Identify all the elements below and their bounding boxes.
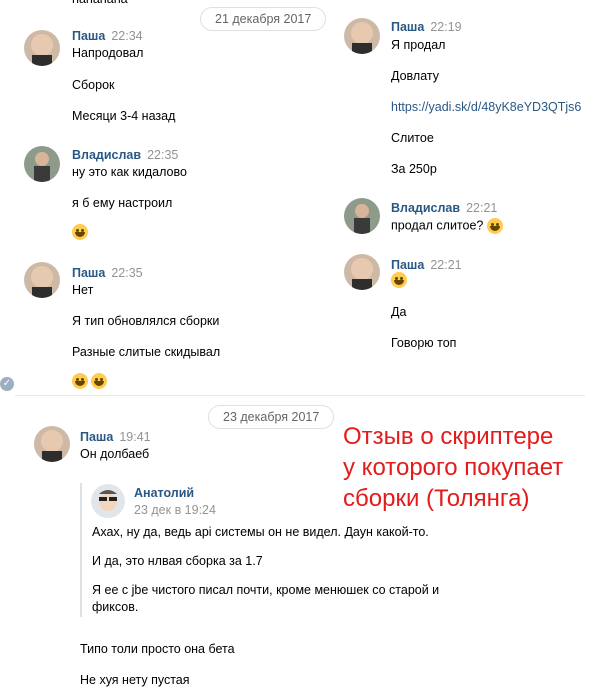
message-text: За 250р: [391, 162, 437, 176]
message-text: ну это как кидалово: [72, 165, 187, 179]
sender-name[interactable]: Владислав 22:21: [391, 201, 497, 215]
message-text: продал слитое?: [391, 218, 503, 234]
sender-name[interactable]: Паша 22:21: [391, 258, 462, 272]
message-time[interactable]: 22:21: [430, 258, 461, 272]
message-time[interactable]: 22:19: [430, 20, 461, 34]
message-text: Довлату: [391, 69, 439, 83]
emoji-line: [72, 224, 88, 240]
divider: [15, 395, 585, 396]
forwarded-text: Ахах, ну да, ведь api системы он не виде…: [92, 525, 429, 539]
message-link[interactable]: https://yadi.sk/d/48yK8eYD3QTjs6: [391, 100, 581, 114]
avatar[interactable]: [24, 262, 60, 298]
sender-name[interactable]: Паша 22:34: [72, 29, 143, 43]
message-text: Сборок: [72, 78, 115, 92]
read-check-icon: ✓: [0, 377, 14, 391]
avatar[interactable]: [24, 30, 60, 66]
message-text: Я продал: [391, 38, 446, 52]
message-text: Да: [391, 305, 407, 319]
message-time[interactable]: 22:35: [147, 148, 178, 162]
cut-off-message-fragment: hahahaha: [72, 0, 128, 6]
message-text: Месяци 3-4 назад: [72, 109, 176, 123]
date-separator: 21 декабря 2017: [200, 7, 327, 31]
forwarded-quote-bar: [80, 483, 82, 617]
avatar[interactable]: [91, 484, 125, 518]
annotation-line: Отзыв о скриптере: [343, 423, 554, 450]
avatar[interactable]: [344, 18, 380, 54]
avatar[interactable]: [34, 426, 70, 462]
forwarded-text: Я ее с jbe чистого писал почти, кроме ме…: [92, 583, 440, 597]
sender-name[interactable]: Паша 19:41: [80, 430, 151, 444]
avatar[interactable]: [344, 198, 380, 234]
message-text: Он долбаеб: [80, 447, 150, 461]
forwarded-date[interactable]: 23 дек в 19:24: [134, 503, 216, 517]
grinning-emoji-icon: [72, 224, 88, 240]
annotation-line: у которого покупает: [343, 454, 564, 481]
message-text: Нет: [72, 283, 94, 297]
message-time[interactable]: 19:41: [119, 430, 150, 444]
message-text: Разные слитые скидывал: [72, 345, 221, 359]
sender-name[interactable]: Владислав 22:35: [72, 148, 178, 162]
message-time[interactable]: 22:35: [111, 266, 142, 280]
grinning-emoji-icon: [486, 218, 503, 234]
avatar[interactable]: [24, 146, 60, 182]
message-text: Слитое: [391, 131, 434, 145]
emoji-line: [72, 373, 108, 389]
emoji-line: [391, 272, 407, 288]
message-time[interactable]: 22:21: [466, 201, 497, 215]
message-text: Типо толи просто она бета: [80, 642, 235, 656]
annotation-line: сборки (Толянга): [343, 485, 530, 512]
forwarded-sender-name[interactable]: Анатолий: [134, 486, 194, 500]
smile-emoji-icon: [91, 373, 108, 389]
message-text: Напродовал: [72, 46, 144, 60]
message-text: Не хуя нету пустая: [80, 673, 190, 687]
message-text: Говорю топ: [391, 336, 457, 350]
message-text: я б ему настроил: [72, 196, 173, 210]
sender-name[interactable]: Паша 22:19: [391, 20, 462, 34]
sender-name[interactable]: Паша 22:35: [72, 266, 143, 280]
rofl-emoji-icon: [72, 373, 88, 389]
forwarded-text: И да, это нлвая сборка за 1.7: [92, 554, 263, 568]
rofl-emoji-icon: [391, 272, 407, 288]
forwarded-text: фиксов.: [92, 600, 139, 614]
date-separator: 23 декабря 2017: [208, 405, 335, 429]
message-time[interactable]: 22:34: [111, 29, 142, 43]
message-text: Я тип обновлялся сборки: [72, 314, 220, 328]
avatar[interactable]: [344, 254, 380, 290]
